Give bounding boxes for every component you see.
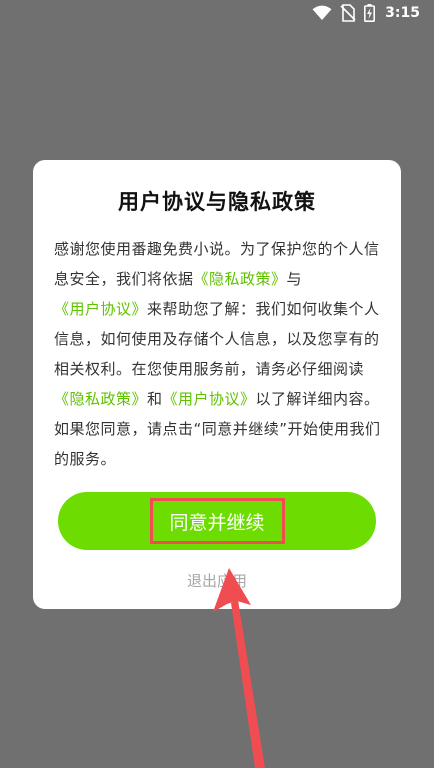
- agree-and-continue-button[interactable]: 同意并继续: [58, 492, 376, 550]
- agree-button-label: 同意并继续: [169, 511, 265, 534]
- wifi-icon: [312, 5, 332, 20]
- body-text: 与: [286, 270, 303, 288]
- dialog-body: 感谢您使用番趣免费小说。为了保护您的个人信息安全，我们将依据《隐私政策》与 《用户…: [54, 234, 384, 474]
- privacy-policy-link-2[interactable]: 《隐私政策》: [54, 390, 147, 408]
- dialog-title: 用户协议与隐私政策: [118, 190, 316, 214]
- status-time: 3:15: [385, 5, 420, 21]
- arrow-shaft: [231, 600, 265, 768]
- user-agreement-link-2[interactable]: 《用户协议》: [163, 390, 256, 408]
- status-bar: 3:15: [0, 0, 434, 26]
- privacy-dialog: 用户协议与隐私政策 感谢您使用番趣免费小说。为了保护您的个人信息安全，我们将依据…: [33, 160, 401, 609]
- body-text: 和: [147, 390, 163, 408]
- no-sim-icon: [340, 4, 356, 22]
- privacy-policy-link[interactable]: 《隐私政策》: [194, 270, 287, 288]
- exit-app-button[interactable]: 退出应用: [33, 570, 401, 591]
- battery-charging-icon: [364, 4, 376, 22]
- user-agreement-link[interactable]: 《用户协议》: [54, 300, 147, 318]
